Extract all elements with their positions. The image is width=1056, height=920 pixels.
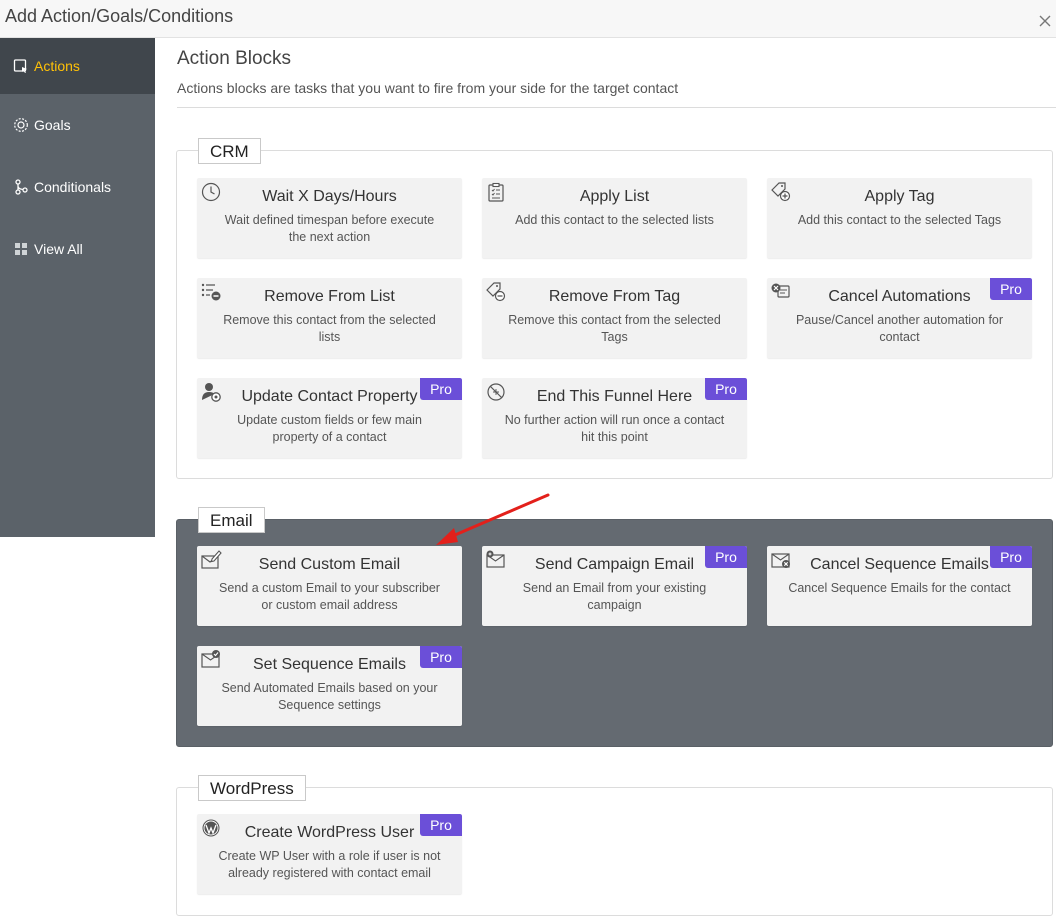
card-remove-from-tag[interactable]: Remove From Tag Remove this contact from…	[482, 278, 747, 358]
card-description: Remove this contact from the selected Ta…	[508, 313, 721, 344]
card-description: Send an Email from your existing campaig…	[522, 581, 707, 612]
pro-badge: Pro	[705, 546, 747, 568]
group-email: Email Send Custom Email Send a custom Em…	[176, 507, 1053, 747]
page-description: Actions blocks are tasks that you want t…	[177, 80, 679, 96]
goal-icon	[13, 117, 29, 133]
card-title: Remove From List	[264, 288, 395, 305]
sidebar-item-label: Goals	[34, 117, 71, 133]
pro-badge: Pro	[420, 378, 462, 400]
pro-badge: Pro	[420, 646, 462, 668]
sidebar-item-view-all[interactable]: View All	[0, 218, 155, 280]
card-create-wordpress-user[interactable]: Create WordPress User Create WP User wit…	[197, 814, 462, 894]
sidebar-item-conditionals[interactable]: Conditionals	[0, 156, 155, 218]
card-description: Send a custom Email to your subscriber o…	[219, 581, 440, 612]
card-end-this-funnel[interactable]: End This Funnel Here No further action w…	[482, 378, 747, 458]
group-wordpress: WordPress Create WordPress User Create W…	[176, 775, 1053, 916]
card-send-custom-email[interactable]: Send Custom Email Send a custom Email to…	[197, 546, 462, 626]
card-title: Send Custom Email	[258, 556, 401, 573]
card-cancel-automations[interactable]: Cancel Automations Pause/Cancel another …	[767, 278, 1032, 358]
sidebar-item-label: Actions	[34, 58, 80, 74]
sidebar-item-goals[interactable]: Goals	[0, 94, 155, 156]
pro-badge: Pro	[705, 378, 747, 400]
card-cancel-sequence-emails[interactable]: Cancel Sequence Emails Cancel Sequence E…	[767, 546, 1032, 626]
card-wait-x-days[interactable]: Wait X Days/Hours Wait defined timespan …	[197, 178, 462, 258]
card-update-contact-property[interactable]: Update Contact Property Update custom fi…	[197, 378, 462, 458]
card-apply-list[interactable]: Apply List Add this contact to the selec…	[482, 178, 747, 258]
sidebar-item-label: Conditionals	[34, 179, 112, 195]
card-description: Update custom fields or few main propert…	[237, 413, 422, 444]
action-icon	[13, 58, 29, 74]
sidebar: Actions Goals Conditionals View All	[0, 38, 155, 537]
pro-badge: Pro	[990, 546, 1032, 568]
card-apply-tag[interactable]: Apply Tag Add this contact to the select…	[767, 178, 1032, 258]
sidebar-item-label: View All	[34, 241, 83, 257]
card-description: Remove this contact from the selected li…	[223, 313, 436, 344]
card-description: Cancel Sequence Emails for the contact	[788, 581, 1011, 595]
card-description: Create WP User with a role if user is no…	[218, 849, 441, 880]
annotation-arrow	[436, 493, 550, 545]
close-icon[interactable]	[1038, 14, 1052, 28]
group-label: CRM	[198, 138, 261, 164]
pro-badge: Pro	[420, 814, 462, 836]
card-description: Add this contact to the selected lists	[515, 213, 714, 227]
modal-header: Add Action/Goals/Conditions	[0, 0, 1056, 38]
grid-icon	[13, 241, 29, 257]
pro-badge: Pro	[990, 278, 1032, 300]
group-label: WordPress	[198, 775, 306, 801]
card-remove-from-list[interactable]: Remove From List Remove this contact fro…	[197, 278, 462, 358]
sidebar-item-actions[interactable]: Actions	[0, 38, 155, 94]
card-title: Remove From Tag	[548, 288, 681, 305]
modal-title: Add Action/Goals/Conditions	[5, 6, 234, 26]
card-title: Apply List	[579, 188, 650, 205]
page-title: Action Blocks	[177, 48, 292, 69]
card-set-sequence-emails[interactable]: Set Sequence Emails Send Automated Email…	[197, 646, 462, 726]
add-action-modal: Add Action/Goals/Conditions Actions Goal…	[0, 0, 1056, 920]
card-send-campaign-email[interactable]: Send Campaign Email Send an Email from y…	[482, 546, 747, 626]
divider	[177, 107, 1056, 108]
conditional-icon	[13, 179, 29, 195]
group-label: Email	[198, 507, 265, 533]
card-description: Send Automated Emails based on your Sequ…	[221, 681, 438, 712]
card-title: Wait X Days/Hours	[262, 188, 397, 205]
group-crm: CRM Wait X Days/Hours Wait defined times…	[176, 138, 1053, 479]
card-description: No further action will run once a contac…	[504, 413, 725, 444]
card-title: Apply Tag	[864, 188, 935, 205]
card-description: Add this contact to the selected Tags	[797, 213, 1002, 227]
card-description: Wait defined timespan before execute the…	[224, 213, 435, 244]
card-description: Pause/Cancel another automation for cont…	[795, 313, 1004, 344]
